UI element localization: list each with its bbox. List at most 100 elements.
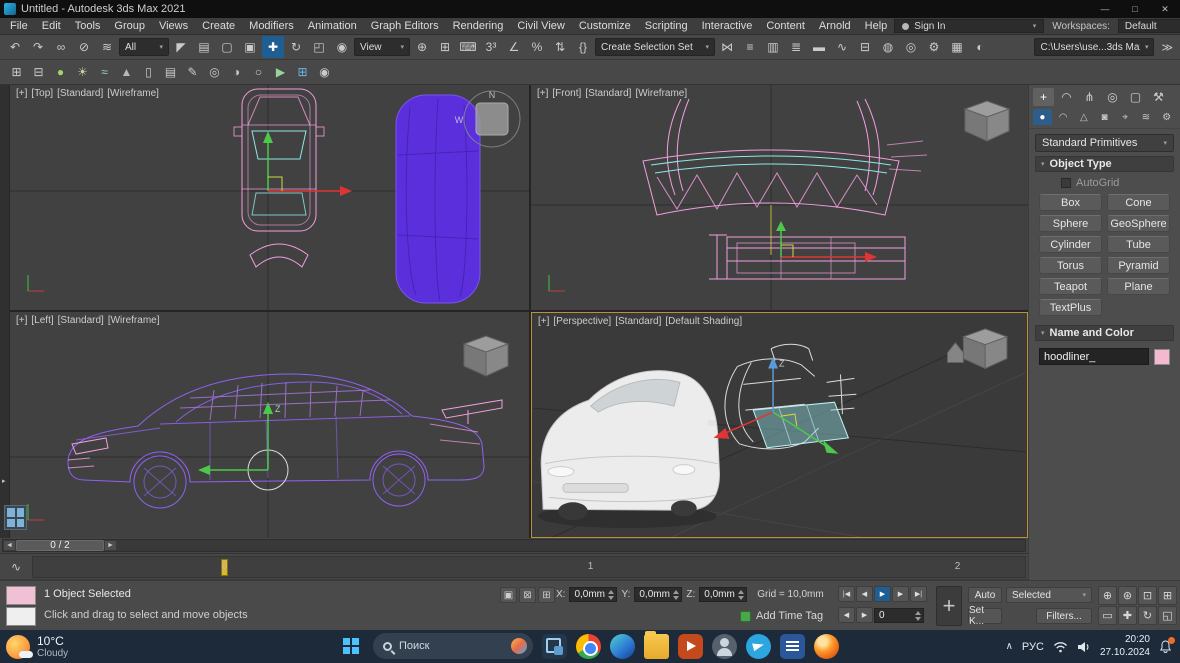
set-key-button[interactable]: Set K...	[968, 608, 1002, 624]
menu-rendering[interactable]: Rendering	[446, 19, 511, 33]
play-button[interactable]: ▶	[874, 586, 891, 602]
motion-tab[interactable]: ◎	[1102, 88, 1123, 106]
screen-play-icon[interactable]: ▶	[270, 62, 291, 83]
spinner-icon[interactable]	[672, 589, 680, 600]
menu-views[interactable]: Views	[152, 19, 195, 33]
named-selection-set-dropdown[interactable]: Create Selection Set ▾	[595, 38, 715, 56]
selection-set-key-dropdown[interactable]: Selected ▾	[1006, 587, 1092, 603]
zoom-extents-icon[interactable]: ⊡	[1138, 586, 1157, 605]
use-pivot-center-icon[interactable]: ⊕	[411, 36, 433, 58]
add-time-tag[interactable]: Add Time Tag	[740, 610, 823, 622]
checker-sphere-icon[interactable]: ◑	[226, 62, 247, 83]
render-production-icon[interactable]: ◐	[969, 36, 991, 58]
spinner-icon[interactable]	[737, 589, 745, 600]
viewport-shading-menu[interactable]: [Default Shading]	[665, 316, 742, 327]
material-editor-icon[interactable]: ◍	[877, 36, 899, 58]
teapot-button[interactable]: Teapot	[1039, 278, 1102, 295]
move-gizmo[interactable]	[263, 131, 352, 196]
edge-icon[interactable]	[610, 634, 635, 659]
menu-graph-editors[interactable]: Graph Editors	[364, 19, 446, 33]
orbit-icon[interactable]: ↻	[1138, 606, 1157, 625]
zoom-extents-all-icon[interactable]: ⊞	[1158, 586, 1177, 605]
rendered-frame-window-icon[interactable]: ▦	[946, 36, 968, 58]
strip-expand-icon[interactable]: ▸	[2, 477, 6, 485]
mini-curve-editor-button[interactable]: ∿	[4, 556, 28, 578]
geosphere-button[interactable]: GeoSphere	[1107, 215, 1170, 232]
menu-interactive[interactable]: Interactive	[695, 19, 760, 33]
next-frame-button[interactable]: ▶	[892, 586, 909, 602]
cone-button[interactable]: Cone	[1107, 194, 1170, 211]
task-view-icon[interactable]	[542, 634, 567, 659]
absolute-mode-icon[interactable]: ⊞	[538, 587, 555, 603]
modify-tab[interactable]: ◠	[1056, 88, 1077, 106]
eye-icon[interactable]: ◉	[314, 62, 335, 83]
spinner-icon[interactable]	[607, 589, 615, 600]
render-setup-icon[interactable]: ⚙	[923, 36, 945, 58]
torus-button[interactable]: Torus	[1039, 257, 1102, 274]
previous-frame-button[interactable]: ◀	[856, 586, 873, 602]
terrain-icon[interactable]: ▲	[116, 62, 137, 83]
viewcube[interactable]	[965, 101, 1009, 141]
people-icon[interactable]	[712, 634, 737, 659]
y-coordinate-field[interactable]: 0,0mm	[634, 587, 682, 602]
systems-category-icon[interactable]: ⚙	[1157, 109, 1176, 125]
track-bar[interactable]: ∿ 012	[0, 554, 1028, 580]
start-button[interactable]	[338, 633, 364, 659]
wave-icon[interactable]: ≈	[94, 62, 115, 83]
pen-icon[interactable]: ✎	[182, 62, 203, 83]
cameras-category-icon[interactable]: ◙	[1095, 109, 1114, 125]
angle-snap-icon[interactable]: ∠	[503, 36, 525, 58]
menu-edit[interactable]: Edit	[35, 19, 68, 33]
light-bulb-icon[interactable]: ●	[50, 62, 71, 83]
volume-icon[interactable]	[1077, 641, 1091, 653]
language-indicator[interactable]: РУС	[1022, 641, 1044, 653]
zoom-icon[interactable]: ⊕	[1098, 586, 1117, 605]
viewcube[interactable]	[948, 329, 1007, 369]
maximize-viewport-icon[interactable]: ◱	[1158, 606, 1177, 625]
viewport-shading-menu[interactable]: [Wireframe]	[107, 88, 159, 99]
select-and-move-icon[interactable]: ✚	[262, 36, 284, 58]
scene-explorer-icon[interactable]: ▥	[762, 36, 784, 58]
viewport-general-menu[interactable]: [+]	[538, 316, 549, 327]
geometry-category-icon[interactable]: ●	[1033, 109, 1052, 125]
select-and-manipulate-icon[interactable]: ⊞	[434, 36, 456, 58]
redo-icon[interactable]: ↷	[27, 36, 49, 58]
align-icon[interactable]: ≡	[739, 36, 761, 58]
menu-create[interactable]: Create	[195, 19, 242, 33]
select-by-name-icon[interactable]: ▤	[193, 36, 215, 58]
select-and-scale-icon[interactable]: ◰	[308, 36, 330, 58]
sphere-button[interactable]: Sphere	[1039, 215, 1102, 232]
ribbon-toggle-icon[interactable]: ▬	[808, 36, 830, 58]
tube-button[interactable]: Tube	[1107, 236, 1170, 253]
viewcube[interactable]	[464, 336, 508, 376]
move-gizmo[interactable]	[776, 221, 877, 262]
named-selection-sets-icon[interactable]: {}	[572, 36, 594, 58]
select-and-link-icon[interactable]: ∞	[50, 36, 72, 58]
menu-modifiers[interactable]: Modifiers	[242, 19, 301, 33]
object-type-rollout[interactable]: ▾ Object Type	[1035, 156, 1174, 172]
tray-expand-icon[interactable]: ∧	[1006, 641, 1013, 652]
viewport-general-menu[interactable]: [+]	[537, 88, 548, 99]
move-gizmo[interactable]: Z	[198, 402, 288, 490]
spinner-icon[interactable]	[914, 610, 922, 621]
helpers-category-icon[interactable]: ⌖	[1116, 109, 1135, 125]
key-step-back-button[interactable]: ◀	[838, 607, 855, 623]
menu-tools[interactable]: Tools	[68, 19, 108, 33]
create-tab[interactable]: +	[1033, 88, 1054, 106]
telegram-icon[interactable]	[746, 634, 771, 659]
time-slider-handle[interactable]: 0 / 2	[16, 540, 104, 551]
viewport-left-canvas[interactable]: Z	[10, 312, 529, 538]
explorer-icon[interactable]	[644, 634, 669, 659]
current-frame-field[interactable]: 0	[874, 608, 924, 623]
viewport-front-canvas[interactable]	[531, 85, 1028, 310]
maxscript-mini-listener[interactable]	[6, 586, 36, 626]
menu-group[interactable]: Group	[107, 19, 152, 33]
plane-button[interactable]: Plane	[1107, 278, 1170, 295]
menu-help[interactable]: Help	[858, 19, 895, 33]
schematic-view-icon[interactable]: ⊟	[854, 36, 876, 58]
pan-icon[interactable]: ✚	[1118, 606, 1137, 625]
mirror-icon[interactable]: ⋈	[716, 36, 738, 58]
material-map-navigator-icon[interactable]: ◎	[900, 36, 922, 58]
panel-icon[interactable]: ▯	[138, 62, 159, 83]
x-coordinate-field[interactable]: 0,0mm	[569, 587, 617, 602]
